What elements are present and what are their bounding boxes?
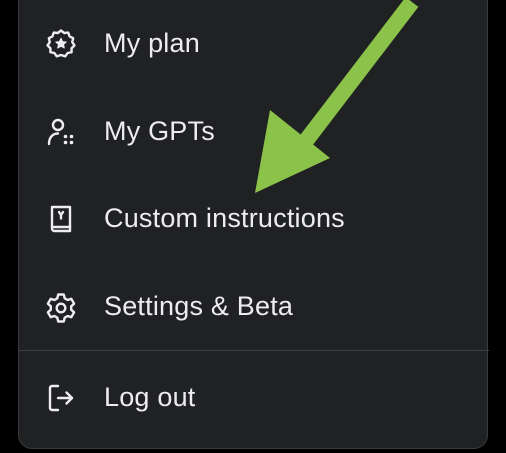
menu-item-my-plan[interactable]: My plan [19, 1, 489, 87]
menu-item-custom-instructions[interactable]: Custom instructions [19, 176, 489, 262]
account-menu: My plan My GPTs Custom instructions Sett… [18, 0, 489, 449]
menu-item-label: My plan [104, 27, 200, 58]
screenshot-stage: My plan My GPTs Custom instructions Sett… [0, 0, 506, 453]
menu-item-settings-beta[interactable]: Settings & Beta [19, 264, 489, 350]
gpts-people-icon [45, 116, 77, 148]
menu-item-my-gpts[interactable]: My GPTs [19, 89, 489, 175]
logout-icon [45, 382, 77, 414]
menu-item-label: My GPTs [104, 115, 215, 146]
plan-badge-icon [45, 28, 77, 60]
menu-divider [19, 350, 489, 351]
menu-item-log-out[interactable]: Log out [19, 355, 489, 441]
book-icon [45, 203, 77, 235]
gear-icon [45, 291, 77, 323]
menu-item-label: Log out [104, 381, 196, 412]
menu-item-label: Custom instructions [104, 202, 345, 233]
menu-item-label: Settings & Beta [104, 290, 294, 321]
